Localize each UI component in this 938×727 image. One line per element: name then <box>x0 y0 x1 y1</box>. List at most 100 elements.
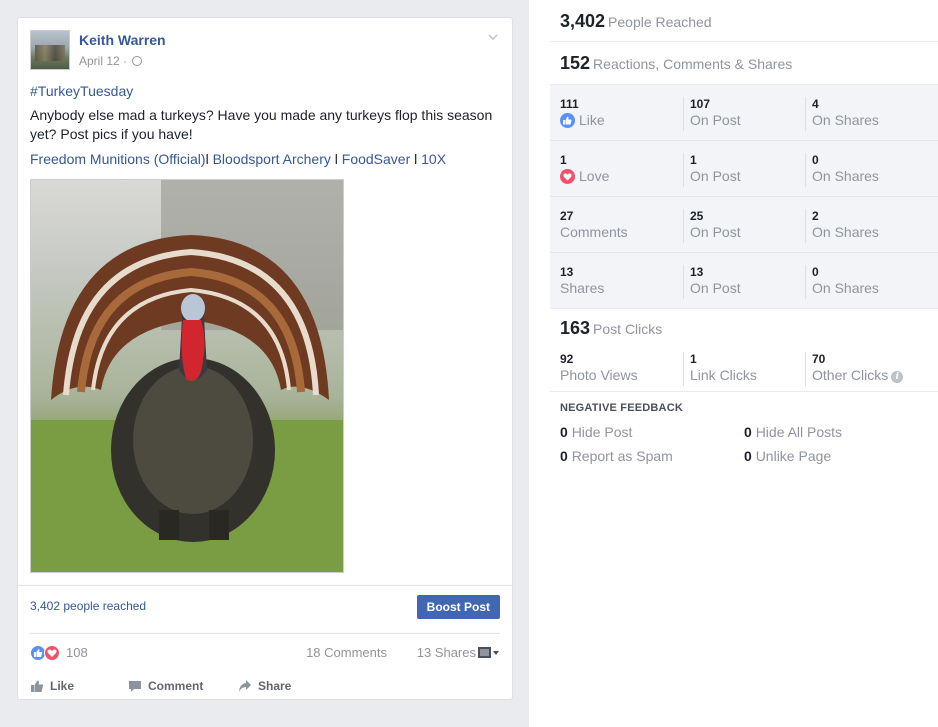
share-button[interactable]: Share <box>238 677 291 695</box>
comments-total-value: 27 <box>560 209 574 223</box>
post-text: Anybody else mad a turkeys? Have you mad… <box>30 107 493 142</box>
link-clicks: 1 Link Clicks <box>683 352 757 386</box>
boost-post-button[interactable]: Boost Post <box>416 595 500 619</box>
other-clicks-value: 70 <box>812 352 826 366</box>
people-reached-label: People Reached <box>608 14 712 30</box>
tagged-pages: Freedom Munitions (Official)l Bloodsport… <box>30 151 447 167</box>
reaction-count[interactable]: 108 <box>66 645 88 660</box>
comment-icon <box>129 681 141 692</box>
post-clicks-stat: 163 Post Clicks <box>560 318 662 339</box>
hide-post-label: Hide Post <box>571 424 633 440</box>
tag-link[interactable]: FoodSaver <box>342 151 410 167</box>
unlike-page-label: Unlike Page <box>755 448 832 464</box>
comment-label: Comment <box>148 679 204 693</box>
love-label-text: Love <box>579 168 610 184</box>
hide-all-posts-stat: 0 Hide All Posts <box>744 424 842 440</box>
tag-link[interactable]: Bloodsport Archery <box>213 151 331 167</box>
shares-on-shares: 0 On Shares <box>805 265 879 299</box>
tag-link[interactable]: Freedom Munitions (Official) <box>30 151 206 167</box>
turkey-photo-illustration <box>31 180 343 572</box>
hide-all-posts-label: Hide All Posts <box>755 424 843 440</box>
love-on-shares-label: On Shares <box>812 168 879 184</box>
shares-on-shares-label: On Shares <box>812 280 879 296</box>
comments-on-shares-label: On Shares <box>812 224 879 240</box>
comments-total-label: Comments <box>560 224 628 240</box>
love-on-post-value: 1 <box>690 153 697 167</box>
post-preview-pane: Keith Warren April 12 · #TurkeyTuesday A… <box>0 0 529 727</box>
comments-on-post-label: On Post <box>690 224 741 240</box>
engagement-label: Reactions, Comments & Shares <box>593 56 793 72</box>
post-insights-pane: 3,402 People Reached 152 Reactions, Commen… <box>550 0 938 727</box>
like-total-value: 111 <box>560 97 579 111</box>
photo-views-label: Photo Views <box>560 367 638 383</box>
tag-separator: l <box>205 151 213 167</box>
engagement-value: 152 <box>560 53 591 73</box>
shares-on-post-label: On Post <box>690 280 741 296</box>
like-on-post: 107 On Post <box>683 97 741 131</box>
shares-on-post: 13 On Post <box>683 265 741 299</box>
love-total-value: 1 <box>560 153 567 167</box>
people-reached-row: 3,402 People Reached <box>550 0 938 42</box>
author-name[interactable]: Keith Warren <box>79 32 166 48</box>
share-icon <box>239 680 251 692</box>
hide-post-stat: 0 Hide Post <box>560 424 632 440</box>
people-reached-link[interactable]: 3,402 people reached <box>30 599 146 613</box>
link-clicks-value: 1 <box>690 352 697 366</box>
post-date[interactable]: April 12 · <box>79 54 143 68</box>
avatar[interactable] <box>30 30 70 70</box>
breakdown-row-shares: 13 Shares 13 On Post 0 On Shares <box>550 253 938 309</box>
engagement-breakdown: 111 Like 107 On Post 4 On Shares 1 Love … <box>550 85 938 309</box>
post-photo[interactable] <box>30 179 344 573</box>
love-on-post-label: On Post <box>690 168 741 184</box>
love-on-shares-value: 0 <box>812 153 819 167</box>
like-on-shares: 4 On Shares <box>805 97 879 131</box>
shares-total-label: Shares <box>560 280 605 296</box>
shares-count[interactable]: 13 Shares <box>417 645 476 660</box>
like-on-shares-label: On Shares <box>812 112 879 128</box>
comments-count[interactable]: 18 Comments <box>306 645 387 660</box>
love-total-label: Love <box>560 167 609 185</box>
other-clicks-label: Other Clicks <box>812 367 889 383</box>
hide-all-posts-value: 0 <box>744 424 752 440</box>
comments-on-post-value: 25 <box>690 209 704 223</box>
love-on-shares: 0 On Shares <box>805 153 879 187</box>
like-on-post-label: On Post <box>690 112 741 128</box>
love-reaction-icon <box>44 645 60 661</box>
breakdown-row-like: 111 Like 107 On Post 4 On Shares <box>550 85 938 141</box>
share-label: Share <box>258 679 292 693</box>
reach-bar: 3,402 people reached Boost Post <box>18 585 512 633</box>
reaction-icons[interactable] <box>30 645 62 661</box>
photo-views: 92 Photo Views <box>560 352 638 386</box>
like-total: 111 Like <box>560 97 605 131</box>
comments-on-shares-value: 2 <box>812 209 819 223</box>
breakdown-row-comments: 27 Comments 25 On Post 2 On Shares <box>550 197 938 253</box>
tag-link[interactable]: 10X <box>421 151 446 167</box>
shares-on-shares-value: 0 <box>812 265 819 279</box>
hide-post-value: 0 <box>560 424 568 440</box>
comments-on-shares: 2 On Shares <box>805 209 879 243</box>
globe-icon <box>132 56 143 66</box>
negative-feedback-heading: NEGATIVE FEEDBACK <box>560 402 683 414</box>
love-icon <box>560 169 575 184</box>
other-clicks-label-wrap: Other Clicks i <box>812 366 904 384</box>
comments-total: 27 Comments <box>560 209 628 243</box>
info-icon[interactable]: i <box>891 371 904 383</box>
post-date-text[interactable]: April 12 · <box>79 54 127 68</box>
like-total-label: Like <box>560 111 605 129</box>
clicks-breakdown: 92 Photo Views 1 Link Clicks 70 Other Cl… <box>550 352 938 392</box>
other-clicks: 70 Other Clicks i <box>805 352 904 386</box>
hashtag-link[interactable]: #TurkeyTuesday <box>30 83 133 99</box>
comment-button[interactable]: Comment <box>128 677 203 695</box>
like-button[interactable]: Like <box>30 677 74 695</box>
shares-total-value: 13 <box>560 265 574 279</box>
report-spam-stat: 0 Report as Spam <box>560 448 673 464</box>
shares-on-post-value: 13 <box>690 265 704 279</box>
engagement-row: 152 Reactions, Comments & Shares <box>550 43 938 85</box>
like-label: Like <box>50 679 75 693</box>
viewer-selector-icon[interactable] <box>478 646 500 660</box>
chevron-down-icon[interactable] <box>488 32 498 42</box>
post-header: Keith Warren April 12 · <box>30 30 500 70</box>
link-clicks-label: Link Clicks <box>690 367 757 383</box>
breakdown-row-love: 1 Love 1 On Post 0 On Shares <box>550 141 938 197</box>
post-clicks-label: Post Clicks <box>593 321 663 337</box>
